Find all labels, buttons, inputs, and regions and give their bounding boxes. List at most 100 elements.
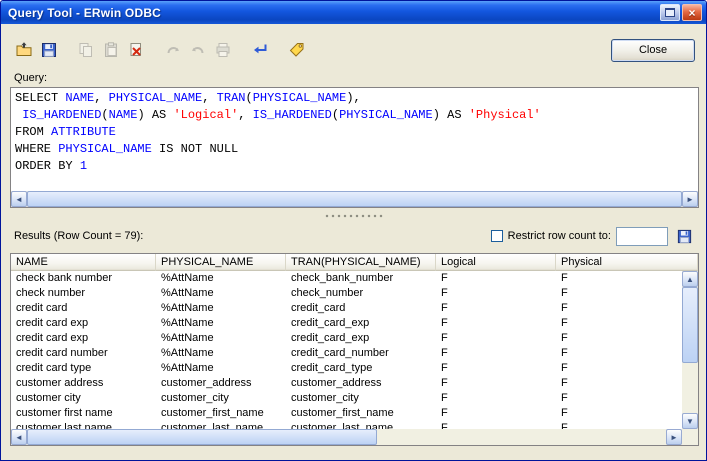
table-cell: F [436,316,556,331]
splitter-grip-icon [325,214,383,218]
scroll-left-button[interactable]: ◄ [11,429,27,445]
redo-button[interactable] [185,38,210,62]
sql-token: ORDER BY [15,159,80,173]
sql-token: IS_HARDENED [253,108,332,122]
sql-token: AS [152,108,174,122]
table-cell: credit card type [11,361,156,376]
print-button[interactable] [210,38,235,62]
titlebar-buttons: × [660,4,702,21]
table-cell: credit_card_exp [286,316,436,331]
table-cell: customer_first_name [286,406,436,421]
query-box: SELECT NAME, PHYSICAL_NAME, TRAN(PHYSICA… [10,87,699,208]
table-cell: %AttName [156,331,286,346]
table-row[interactable]: credit card type%AttNamecredit_card_type… [11,361,682,376]
table-cell: F [556,301,682,316]
sql-token: , [94,91,108,105]
paste-button[interactable] [98,38,123,62]
table-cell: F [436,391,556,406]
sql-token: PHYSICAL_NAME [109,91,203,105]
column-header-tran-physical-name[interactable]: TRAN(PHYSICAL_NAME) [286,254,436,271]
column-header-logical[interactable]: Logical [436,254,556,271]
table-cell: customer_address [286,376,436,391]
table-row[interactable]: credit card exp%AttNamecredit_card_expFF [11,331,682,346]
save-button[interactable] [36,38,61,62]
table-cell: customer_city [156,391,286,406]
column-header-physical-name[interactable]: PHYSICAL_NAME [156,254,286,271]
table-row[interactable]: customer first namecustomer_first_namecu… [11,406,682,421]
table-cell: F [556,346,682,361]
column-header-name[interactable]: NAME [11,254,156,271]
sql-token: ), [346,91,360,105]
table-cell: check_bank_number [286,271,436,286]
sql-token: 1 [80,159,87,173]
scroll-thumb[interactable] [27,191,682,207]
execute-button[interactable] [247,38,272,62]
scroll-down-button[interactable]: ▼ [682,413,698,429]
table-cell: check_number [286,286,436,301]
scroll-up-button[interactable]: ▲ [682,271,698,287]
sql-token: ) [433,108,447,122]
sql-token: 'Physical' [469,108,541,122]
table-cell: F [556,286,682,301]
table-cell: %AttName [156,361,286,376]
scroll-right-button[interactable]: ► [666,429,682,445]
query-line: SELECT NAME, PHYSICAL_NAME, TRAN(PHYSICA… [15,90,694,107]
toolbar: Close [11,37,695,63]
sql-token: AS [447,108,469,122]
table-row[interactable]: credit card%AttNamecredit_cardFF [11,301,682,316]
print-icon [214,41,232,59]
table-row[interactable]: credit card exp%AttNamecredit_card_expFF [11,316,682,331]
save-icon [40,41,58,59]
results-hscrollbar[interactable]: ◄ ► [11,429,682,445]
save-results-button[interactable] [673,226,695,246]
restrict-input[interactable] [616,227,668,246]
undo-button[interactable] [160,38,185,62]
delete-button[interactable] [123,38,148,62]
sql-token: IS NOT NULL [152,142,238,156]
column-header-physical[interactable]: Physical [556,254,698,271]
table-cell: F [436,271,556,286]
table-cell: F [436,286,556,301]
scroll-corner [682,429,698,445]
restrict-row-count: Restrict row count to: [491,226,695,246]
maximize-button[interactable] [660,4,680,21]
table-cell: %AttName [156,316,286,331]
sql-token: PHYSICAL_NAME [58,142,152,156]
copy-button[interactable] [73,38,98,62]
close-window-button[interactable]: × [682,4,702,21]
tag-button[interactable] [284,38,309,62]
table-cell: customer_city [286,391,436,406]
table-cell: credit card [11,301,156,316]
table-row[interactable]: customer addresscustomer_addresscustomer… [11,376,682,391]
close-icon: × [688,6,695,20]
table-row[interactable]: check number%AttNamecheck_numberFF [11,286,682,301]
scroll-right-button[interactable]: ► [682,191,698,207]
table-cell: credit card exp [11,316,156,331]
table-cell: F [556,361,682,376]
sql-token: TRAN [217,91,246,105]
title-bar[interactable]: Query Tool - ERwin ODBC × [1,1,706,24]
sql-token: , [238,108,252,122]
table-row[interactable]: customer last namecustomer_last_namecust… [11,421,682,429]
scroll-left-button[interactable]: ◄ [11,191,27,207]
query-editor[interactable]: SELECT NAME, PHYSICAL_NAME, TRAN(PHYSICA… [11,88,698,191]
open-button[interactable] [11,38,36,62]
scroll-thumb[interactable] [682,287,698,363]
table-row[interactable]: check bank number%AttNamecheck_bank_numb… [11,271,682,286]
table-row[interactable]: credit card number%AttNamecredit_card_nu… [11,346,682,361]
delete-icon [127,41,145,59]
query-hscrollbar[interactable]: ◄ ► [11,191,698,207]
window-title: Query Tool - ERwin ODBC [8,6,161,20]
query-line: FROM ATTRIBUTE [15,124,694,141]
table-cell: F [436,406,556,421]
sql-token: ( [101,108,108,122]
sql-token: , [202,91,216,105]
splitter[interactable] [1,209,706,223]
table-cell: %AttName [156,286,286,301]
table-cell: customer first name [11,406,156,421]
results-vscrollbar[interactable]: ▲ ▼ [682,271,698,429]
scroll-thumb[interactable] [27,429,377,445]
close-button[interactable]: Close [611,39,695,62]
table-row[interactable]: customer citycustomer_citycustomer_cityF… [11,391,682,406]
restrict-checkbox[interactable] [491,230,503,242]
